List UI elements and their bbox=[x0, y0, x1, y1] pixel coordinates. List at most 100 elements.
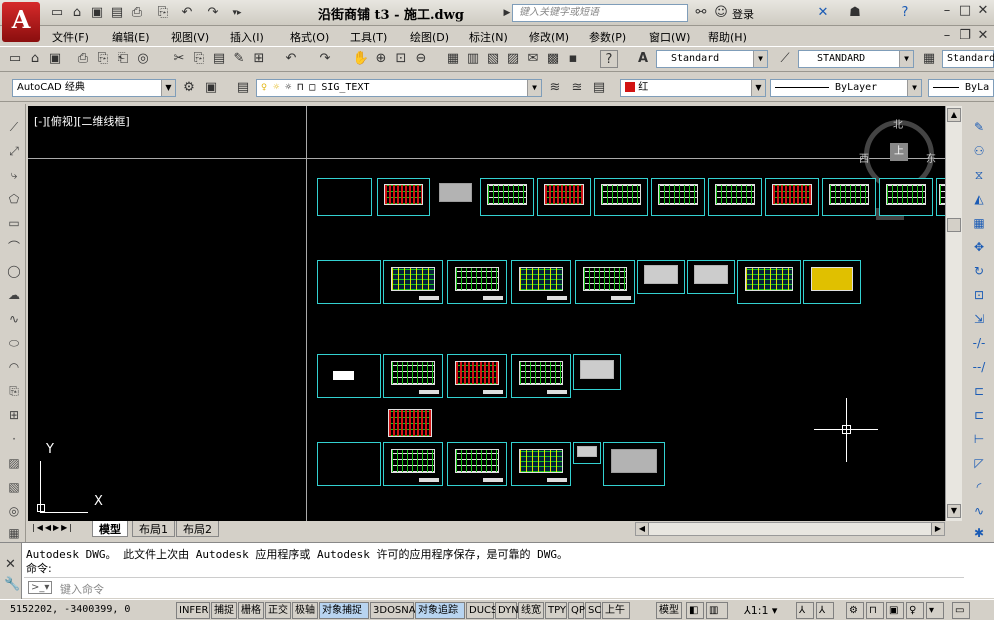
fillet-icon[interactable]: ◜ bbox=[970, 478, 988, 496]
drawing-sheet[interactable] bbox=[803, 260, 861, 304]
spline-icon[interactable]: ∿ bbox=[5, 310, 23, 328]
redo-toolbar-icon[interactable]: ↷ bbox=[316, 50, 334, 68]
ellipse-icon[interactable]: ⬭ bbox=[5, 334, 23, 352]
table-style-select[interactable]: Standard bbox=[942, 50, 994, 68]
user-icon[interactable]: ☺ bbox=[712, 4, 730, 22]
layer-select[interactable]: ♀ ☼ ☼ ⊓ □ SIG_TEXT ▼ bbox=[256, 79, 542, 97]
help-icon[interactable]: ? bbox=[896, 4, 914, 22]
circle-icon[interactable]: ◯ bbox=[5, 262, 23, 280]
zoom-window-icon[interactable]: ⊡ bbox=[392, 50, 410, 68]
close-icon[interactable]: ✕ bbox=[974, 2, 992, 20]
drawing-sheet[interactable] bbox=[737, 260, 801, 304]
viewcube-west[interactable]: 西 bbox=[859, 150, 869, 165]
text-style-icon[interactable]: A bbox=[634, 50, 652, 68]
design-center-icon[interactable]: ▥ bbox=[464, 50, 482, 68]
linetype-select[interactable]: ByLayer ▼ bbox=[770, 79, 922, 97]
point-icon[interactable]: · bbox=[5, 430, 23, 448]
subscription-icon[interactable]: ☗ bbox=[846, 4, 864, 22]
toggle-3[interactable]: 正交 bbox=[265, 602, 291, 619]
layer-manager-icon[interactable]: ▤ bbox=[234, 79, 252, 97]
scale-icon[interactable]: ⊡ bbox=[970, 286, 988, 304]
help-toolbar-icon[interactable]: ? bbox=[600, 50, 618, 68]
drawing-sheet[interactable] bbox=[573, 354, 621, 390]
drawing-sheet[interactable] bbox=[573, 442, 601, 464]
toolbar-lock-icon[interactable]: ⊓ bbox=[866, 602, 884, 619]
copy-object-icon[interactable]: ⚇ bbox=[970, 142, 988, 160]
undo-icon[interactable]: ↶ bbox=[178, 4, 196, 22]
revision-cloud-icon[interactable]: ☁ bbox=[5, 286, 23, 304]
print-icon[interactable]: ⎘ bbox=[154, 4, 172, 22]
text-style-select[interactable]: Standard ▼ bbox=[656, 50, 768, 68]
stretch-icon[interactable]: ⇲ bbox=[970, 310, 988, 328]
menu-file[interactable]: 文件(F) bbox=[52, 29, 89, 45]
rotate-icon[interactable]: ↻ bbox=[970, 262, 988, 280]
drawing-sheet[interactable] bbox=[317, 178, 372, 216]
drawing-sheet[interactable] bbox=[511, 260, 571, 304]
menu-insert[interactable]: 插入(I) bbox=[230, 29, 264, 45]
sheet-set-icon[interactable]: ▨ bbox=[504, 50, 522, 68]
plot-icon[interactable]: ⎙ bbox=[128, 4, 146, 22]
minimize-icon[interactable]: – bbox=[938, 2, 956, 20]
toggle-12[interactable]: QP bbox=[568, 602, 585, 619]
scroll-left-icon[interactable]: ◀ bbox=[636, 523, 649, 535]
toggle-1[interactable]: 捕捉 bbox=[211, 602, 237, 619]
vertical-scrollbar[interactable]: ▲ ▼ bbox=[945, 106, 962, 521]
drawing-sheet[interactable] bbox=[603, 442, 665, 486]
erase-icon[interactable]: ✎ bbox=[970, 118, 988, 136]
chevron-down-icon[interactable]: ▼ bbox=[161, 80, 175, 96]
quickcalc-icon[interactable]: ▩ bbox=[544, 50, 562, 68]
toggle-2[interactable]: 栅格 bbox=[238, 602, 264, 619]
menu-modify[interactable]: 修改(M) bbox=[529, 29, 569, 45]
publish-icon[interactable]: ⎗ bbox=[114, 50, 132, 68]
model-space-button[interactable]: 模型 bbox=[656, 602, 682, 619]
scroll-right-icon[interactable]: ▶ bbox=[931, 523, 944, 535]
layer-previous-icon[interactable]: ≊ bbox=[568, 79, 586, 97]
drawing-sheet[interactable] bbox=[879, 178, 933, 216]
tool-palettes-icon[interactable]: ▧ bbox=[484, 50, 502, 68]
gradient-icon[interactable]: ▧ bbox=[5, 478, 23, 496]
drawing-sheet[interactable] bbox=[377, 178, 430, 216]
chevron-down-icon[interactable]: ▼ bbox=[753, 51, 767, 67]
viewcube-north[interactable]: 北 bbox=[893, 116, 903, 131]
tab-layout2[interactable]: 布局2 bbox=[176, 521, 219, 537]
menu-view[interactable]: 视图(V) bbox=[171, 29, 209, 45]
plot-toolbar-icon[interactable]: ⎙ bbox=[74, 50, 92, 68]
drawing-sheet[interactable] bbox=[317, 260, 381, 304]
drawing-sheet[interactable] bbox=[383, 354, 443, 398]
match-properties-icon[interactable]: ✎ bbox=[230, 50, 248, 68]
3d-dwf-icon[interactable]: ◎ bbox=[134, 50, 152, 68]
drawing-sheet[interactable] bbox=[511, 442, 571, 486]
workspace-switch-icon[interactable]: ⚙ bbox=[846, 602, 864, 619]
move-icon[interactable]: ✥ bbox=[970, 238, 988, 256]
paste-icon[interactable]: ▤ bbox=[210, 50, 228, 68]
viewcube-face[interactable]: 上 bbox=[890, 143, 908, 161]
open-icon[interactable]: ⌂ bbox=[26, 50, 44, 68]
drawing-sheet[interactable] bbox=[387, 408, 433, 438]
chevron-down-icon[interactable]: ▼ bbox=[899, 51, 913, 67]
construction-line-icon[interactable]: ⤢ bbox=[5, 142, 23, 160]
chevron-down-icon[interactable]: ▼ bbox=[907, 80, 921, 96]
save-as-icon[interactable]: ▤ bbox=[108, 4, 126, 22]
annotation-scale[interactable]: ⅄1:1 ▾ bbox=[744, 604, 777, 617]
drawing-sheet[interactable] bbox=[447, 354, 507, 398]
region-icon[interactable]: ◎ bbox=[5, 502, 23, 520]
annotation-visibility-icon[interactable]: ⅄ bbox=[796, 602, 814, 619]
menu-dimension[interactable]: 标注(N) bbox=[469, 29, 508, 45]
menu-parametric[interactable]: 参数(P) bbox=[589, 29, 626, 45]
break-icon[interactable]: ⊏ bbox=[970, 406, 988, 424]
properties-icon[interactable]: ▦ bbox=[444, 50, 462, 68]
color-select[interactable]: 红 ▼ bbox=[620, 79, 766, 97]
rectangle-icon[interactable]: ▭ bbox=[5, 214, 23, 232]
tab-model[interactable]: 模型 bbox=[92, 521, 128, 537]
toggle-4[interactable]: 极轴 bbox=[292, 602, 318, 619]
toggle-11[interactable]: TPY bbox=[545, 602, 567, 619]
drawing-sheet[interactable] bbox=[447, 260, 507, 304]
command-prompt-icon[interactable]: >_▾ bbox=[28, 581, 53, 594]
drawing-sheet[interactable] bbox=[708, 178, 762, 216]
exchange-icon[interactable]: ✕ bbox=[814, 4, 832, 22]
dim-style-icon[interactable]: ⟋ bbox=[776, 50, 794, 68]
hardware-acceleration-icon[interactable]: ▣ bbox=[886, 602, 904, 619]
open-file-icon[interactable]: ⌂ bbox=[68, 4, 86, 22]
tab-navigation-icon[interactable]: |◀◀▶▶| bbox=[32, 523, 88, 535]
new-file-icon[interactable]: ▭ bbox=[48, 4, 66, 22]
